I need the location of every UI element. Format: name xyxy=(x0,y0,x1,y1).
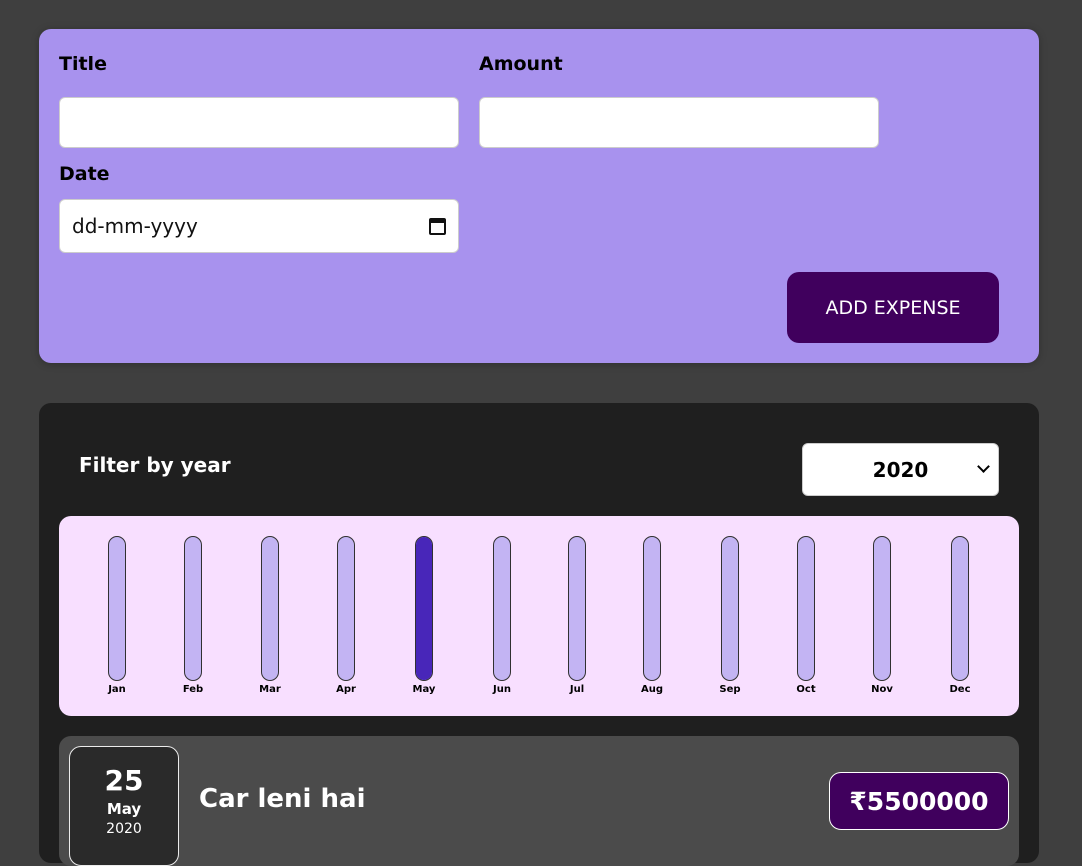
bar-track xyxy=(493,536,511,681)
bar-label: Apr xyxy=(336,684,356,695)
chart-bar-mar: Mar xyxy=(250,536,290,695)
title-field-group: Title xyxy=(59,50,459,148)
expense-year: 2020 xyxy=(106,821,142,837)
expense-day: 25 xyxy=(104,764,144,797)
bar-track xyxy=(261,536,279,681)
bar-track xyxy=(337,536,355,681)
expense-title: Car leni hai xyxy=(199,784,366,814)
bar-label: Jan xyxy=(108,684,126,695)
expense-date: 25 May 2020 xyxy=(69,746,179,866)
calendar-icon[interactable] xyxy=(429,217,446,235)
amount-input[interactable] xyxy=(479,97,879,148)
expense-amount: ₹5500000 xyxy=(829,772,1009,830)
bar-label: Nov xyxy=(871,684,893,695)
chart-bar-dec: Dec xyxy=(940,536,980,695)
year-select-value: 2020 xyxy=(872,457,929,482)
chart-bar-jun: Jun xyxy=(482,536,522,695)
bar-label: Jul xyxy=(569,684,585,695)
bar-label: Jun xyxy=(493,684,511,695)
bar-label: Feb xyxy=(182,684,204,695)
bar-track xyxy=(797,536,815,681)
bar-track xyxy=(184,536,202,681)
title-input[interactable] xyxy=(59,97,459,148)
expenses-panel: Filter by year 2020 Jan Feb Mar Apr May Jun Ju… xyxy=(39,403,1039,866)
bar-label: Sep xyxy=(719,684,741,695)
bar-label: Oct xyxy=(796,684,816,695)
chart-bar-sep: Sep xyxy=(710,536,750,695)
bar-label: Dec xyxy=(949,684,971,695)
new-expense-form: Title Amount Date dd-mm-yyyy ADD EXPENSE xyxy=(39,29,1039,363)
chart-bar-jan: Jan xyxy=(97,536,137,695)
chevron-down-icon xyxy=(977,460,990,473)
amount-label: Amount xyxy=(479,53,563,75)
date-input[interactable]: dd-mm-yyyy xyxy=(59,199,459,253)
chart-bar-jul: Jul xyxy=(557,536,597,695)
bar-track xyxy=(108,536,126,681)
date-label: Date xyxy=(59,163,110,185)
add-expense-button[interactable]: ADD EXPENSE xyxy=(787,272,999,343)
year-select[interactable]: 2020 xyxy=(802,443,999,496)
bar-track xyxy=(643,536,661,681)
expenses-chart: Jan Feb Mar Apr May Jun Jul Aug Sep Oct Nov Dec xyxy=(59,516,1019,716)
chart-bar-nov: Nov xyxy=(862,536,902,695)
expense-item[interactable]: 25 May 2020 Car leni hai ₹5500000 xyxy=(59,736,1019,866)
chart-bar-may: May xyxy=(404,536,444,695)
bar-track xyxy=(721,536,739,681)
bar-label: Mar xyxy=(259,684,281,695)
chart-bar-apr: Apr xyxy=(326,536,366,695)
title-label: Title xyxy=(59,53,107,75)
bar-track xyxy=(415,536,433,681)
chart-bar-aug: Aug xyxy=(632,536,672,695)
filter-label: Filter by year xyxy=(79,453,231,477)
bar-label: Aug xyxy=(640,684,664,695)
bar-track xyxy=(951,536,969,681)
date-field-group: Date dd-mm-yyyy xyxy=(59,160,459,253)
date-placeholder: dd-mm-yyyy xyxy=(72,214,198,238)
chart-bar-feb: Feb xyxy=(173,536,213,695)
bar-label: May xyxy=(412,684,436,695)
chart-bar-oct: Oct xyxy=(786,536,826,695)
bar-track xyxy=(568,536,586,681)
bar-fill xyxy=(416,537,432,680)
expense-month: May xyxy=(106,800,142,818)
amount-field-group: Amount xyxy=(479,50,879,148)
bar-track xyxy=(873,536,891,681)
